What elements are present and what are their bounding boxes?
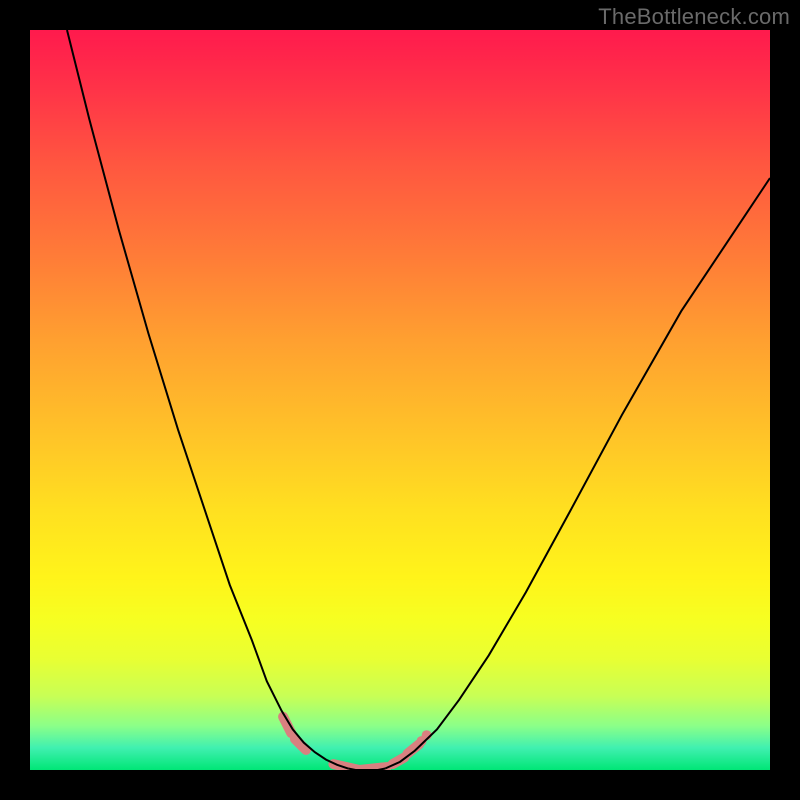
- marker-segment-1: [295, 739, 306, 750]
- curve-layer: [67, 30, 770, 770]
- plot-area: [30, 30, 770, 770]
- series-right-curve: [385, 178, 770, 769]
- chart-svg: [30, 30, 770, 770]
- chart-frame: TheBottleneck.com: [0, 0, 800, 800]
- series-left-curve: [67, 30, 348, 769]
- watermark-text: TheBottleneck.com: [598, 4, 790, 30]
